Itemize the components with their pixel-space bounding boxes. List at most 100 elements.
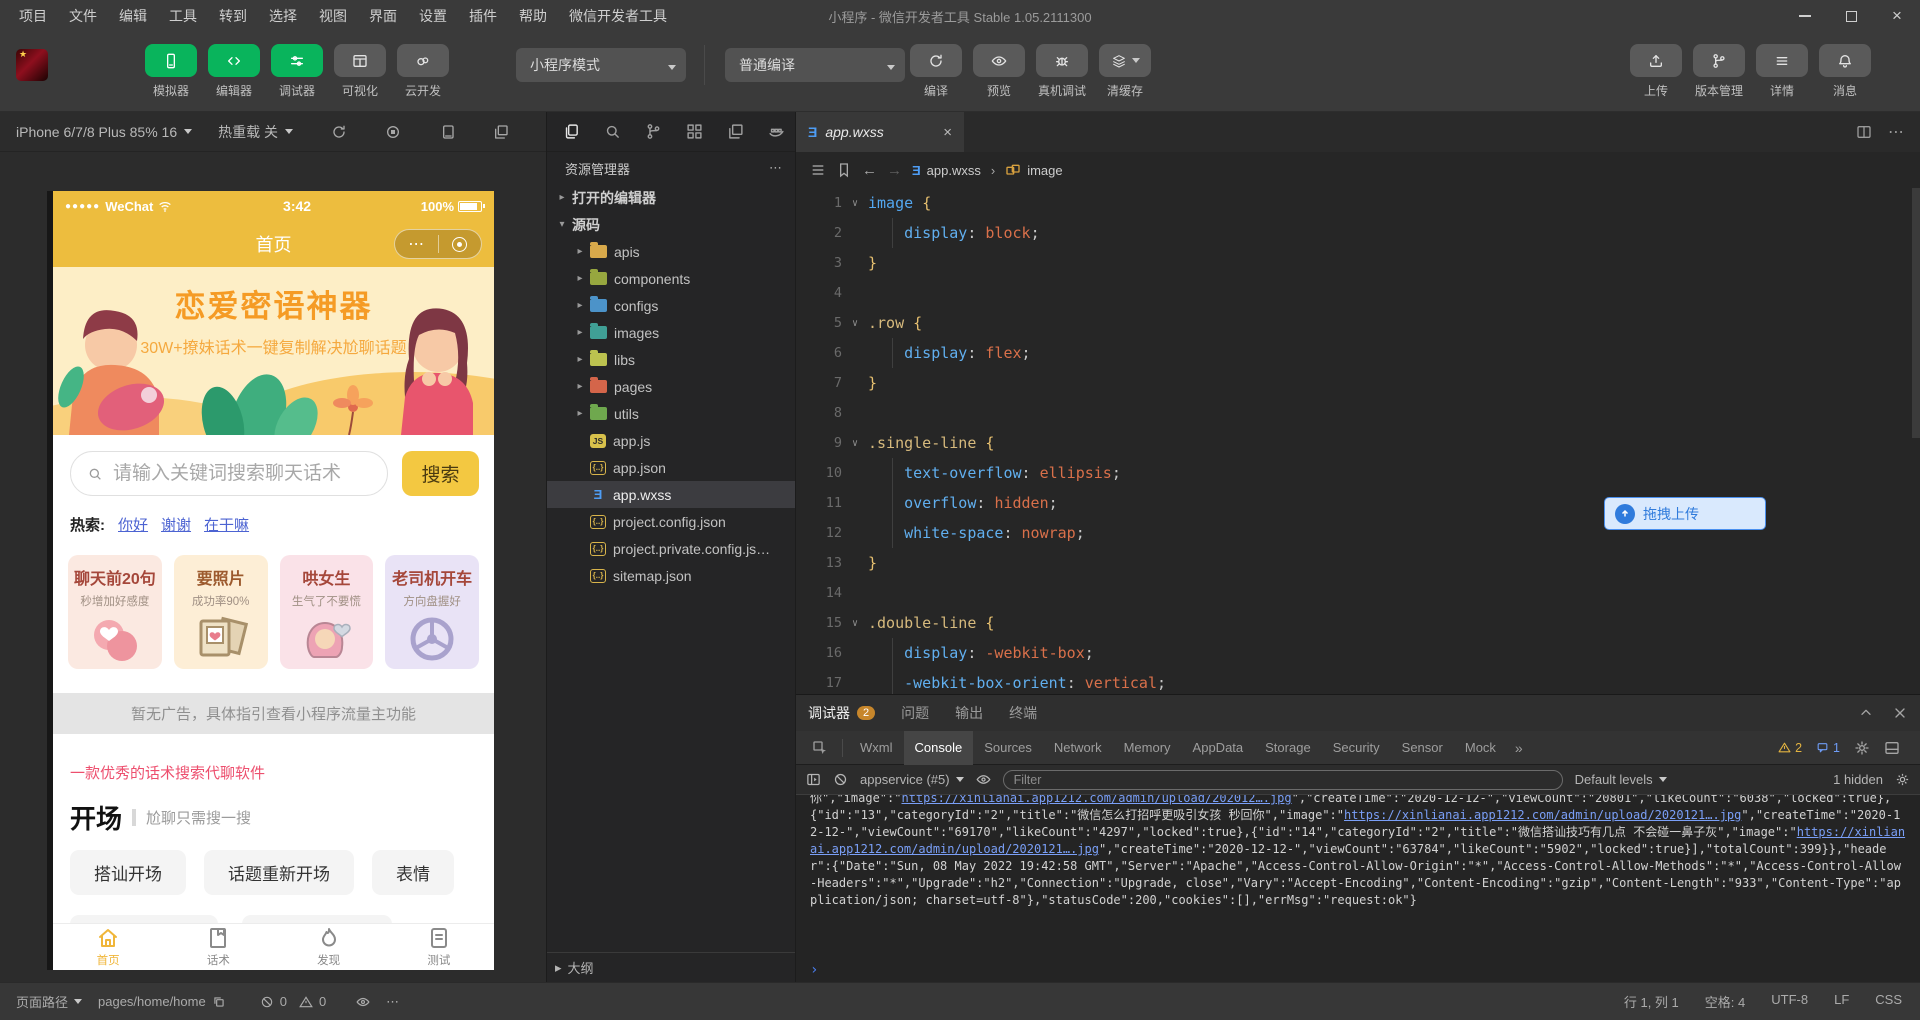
clipped-button[interactable] bbox=[242, 915, 392, 923]
tree-folder-pages[interactable]: ▸ pages bbox=[547, 373, 795, 400]
split-editor-icon[interactable] bbox=[1856, 124, 1872, 140]
code-line-13[interactable]: 13 } bbox=[796, 548, 1912, 578]
tab-overflow-button[interactable]: » bbox=[1507, 740, 1531, 756]
fold-chevron-icon[interactable]: ∨ bbox=[842, 198, 868, 209]
menu-微信开发者工具[interactable]: 微信开发者工具 bbox=[558, 0, 678, 32]
console-filter-input[interactable] bbox=[1002, 769, 1563, 790]
action-消息[interactable]: 消息 bbox=[1818, 44, 1872, 99]
devtools-tab-Storage[interactable]: Storage bbox=[1254, 731, 1322, 765]
phone-tab-发现[interactable]: 发现 bbox=[274, 924, 384, 970]
code-line-14[interactable]: 14 bbox=[796, 578, 1912, 608]
log-levels-select[interactable]: Default levels bbox=[1575, 772, 1667, 787]
live-expression-eye-icon[interactable] bbox=[976, 772, 991, 787]
debugger-tab-输出[interactable]: 输出 bbox=[955, 703, 983, 723]
code-line-6[interactable]: 6 display: flex; bbox=[796, 338, 1912, 368]
search-input[interactable] bbox=[113, 462, 371, 485]
collapse-panel-icon[interactable] bbox=[1858, 705, 1874, 721]
console-prompt[interactable]: › bbox=[796, 958, 1920, 982]
maximize-button[interactable] bbox=[1828, 0, 1874, 32]
close-button[interactable]: × bbox=[1874, 0, 1920, 32]
toggle-模拟器[interactable]: 模拟器 bbox=[144, 44, 198, 99]
device-select[interactable]: iPhone 6/7/8 Plus 85% 16 bbox=[16, 124, 193, 140]
devtools-tab-Console[interactable]: Console bbox=[903, 730, 974, 765]
action-清缓存[interactable]: 清缓存 bbox=[1098, 44, 1152, 99]
sim-windows-button[interactable] bbox=[493, 124, 509, 140]
quick-button-表情[interactable]: 表情 bbox=[372, 850, 454, 895]
code-line-5[interactable]: 5 ∨ .row { bbox=[796, 308, 1912, 338]
sim-window-button[interactable] bbox=[439, 124, 455, 140]
menu-设置[interactable]: 设置 bbox=[408, 0, 458, 32]
action-上传[interactable]: 上传 bbox=[1629, 44, 1683, 99]
tree-folder-configs[interactable]: ▸ configs bbox=[547, 292, 795, 319]
activity-docker-button[interactable] bbox=[768, 123, 785, 140]
inspect-element-icon[interactable] bbox=[804, 740, 836, 756]
activity-search-button[interactable] bbox=[604, 123, 621, 140]
action-预览[interactable]: 预览 bbox=[972, 44, 1026, 99]
fold-chevron-icon[interactable]: ∨ bbox=[842, 618, 868, 629]
sim-record-button[interactable] bbox=[385, 124, 401, 140]
console-sidebar-icon[interactable] bbox=[806, 772, 821, 787]
console-link[interactable]: https://xinlianai.app1212.com/admin/uplo… bbox=[901, 795, 1291, 805]
breadcrumb-file[interactable]: Ǝ app.wxss bbox=[912, 163, 981, 178]
devtools-settings-gear-icon[interactable] bbox=[1854, 740, 1870, 756]
dock-side-icon[interactable] bbox=[1884, 740, 1900, 756]
fold-chevron-icon[interactable]: ∨ bbox=[842, 438, 868, 449]
editor-tab-app-wxss[interactable]: Ǝ app.wxss × bbox=[796, 112, 964, 152]
devtools-tab-Sources[interactable]: Sources bbox=[973, 731, 1043, 765]
tree-file-project.private.config.js…[interactable]: {..} project.private.config.js… bbox=[547, 535, 795, 562]
debugger-tab-问题[interactable]: 问题 bbox=[901, 703, 929, 723]
devtools-tab-Wxml[interactable]: Wxml bbox=[849, 731, 904, 765]
code-line-15[interactable]: 15 ∨ .double-line { bbox=[796, 608, 1912, 638]
hot-link-在干嘛[interactable]: 在干嘛 bbox=[204, 514, 249, 535]
page-path-select[interactable]: 页面路径 bbox=[16, 992, 83, 1011]
tree-file-project.config.json[interactable]: {..} project.config.json bbox=[547, 508, 795, 535]
user-avatar[interactable] bbox=[16, 48, 48, 81]
code-line-3[interactable]: 3 } bbox=[796, 248, 1912, 278]
outline-list-icon[interactable] bbox=[810, 162, 826, 178]
hot-reload-toggle[interactable]: 热重载 关 bbox=[218, 122, 294, 142]
preview-eye-button[interactable] bbox=[356, 995, 370, 1009]
clipped-button[interactable] bbox=[70, 915, 218, 923]
debugger-tab-终端[interactable]: 终端 bbox=[1009, 703, 1037, 723]
menu-视图[interactable]: 视图 bbox=[308, 0, 358, 32]
quick-button-话题重新开场[interactable]: 话题重新开场 bbox=[204, 850, 354, 895]
code-line-10[interactable]: 10 text-overflow: ellipsis; bbox=[796, 458, 1912, 488]
devtools-tab-AppData[interactable]: AppData bbox=[1182, 731, 1255, 765]
quick-button-搭讪开场[interactable]: 搭讪开场 bbox=[70, 850, 186, 895]
compile-mode-select[interactable]: 普通编译 bbox=[725, 47, 905, 82]
code-line-16[interactable]: 16 display: -webkit-box; bbox=[796, 638, 1912, 668]
phone-tab-话术[interactable]: 话术 bbox=[163, 924, 273, 970]
menu-插件[interactable]: 插件 bbox=[458, 0, 508, 32]
banner[interactable]: 恋爱密语神器 30W+撩妹话术一键复制解决尬聊话题 bbox=[53, 267, 494, 435]
feature-card[interactable]: 哄女生 生气了不要慌 bbox=[279, 555, 374, 669]
code-line-7[interactable]: 7 } bbox=[796, 368, 1912, 398]
action-真机调试[interactable]: 真机调试 bbox=[1035, 44, 1089, 99]
context-select[interactable]: appservice (#5) bbox=[860, 772, 964, 787]
status-item[interactable]: UTF-8 bbox=[1771, 992, 1808, 1011]
tree-folder-components[interactable]: ▸ components bbox=[547, 265, 795, 292]
close-panel-icon[interactable] bbox=[1892, 705, 1908, 721]
status-item[interactable]: CSS bbox=[1875, 992, 1902, 1011]
close-tab-icon[interactable]: × bbox=[943, 124, 952, 141]
toggle-调试器[interactable]: 调试器 bbox=[270, 44, 324, 99]
feature-card[interactable]: 要照片 成功率90% bbox=[173, 555, 268, 669]
phone-tab-首页[interactable]: 首页 bbox=[53, 924, 163, 970]
devtools-tab-Memory[interactable]: Memory bbox=[1113, 731, 1182, 765]
tree-folder-apis[interactable]: ▸ apis bbox=[547, 238, 795, 265]
search-box[interactable] bbox=[70, 451, 388, 496]
info-count[interactable]: 1 bbox=[1816, 741, 1840, 755]
tree-file-app.wxss[interactable]: Ǝapp.wxss bbox=[547, 481, 795, 508]
devtools-tab-Network[interactable]: Network bbox=[1043, 731, 1113, 765]
minimize-button[interactable] bbox=[1782, 0, 1828, 32]
drag-upload-hint[interactable]: 拖拽上传 bbox=[1604, 497, 1766, 530]
menu-界面[interactable]: 界面 bbox=[358, 0, 408, 32]
more-button[interactable]: ⋯ bbox=[395, 234, 438, 254]
tree-folder-libs[interactable]: ▸ libs bbox=[547, 346, 795, 373]
outline-section[interactable]: ▸ 大纲 bbox=[547, 952, 795, 982]
bookmark-icon[interactable] bbox=[836, 162, 852, 178]
menu-工具[interactable]: 工具 bbox=[158, 0, 208, 32]
tree-section-打开的编辑器[interactable]: ▸ 打开的编辑器 bbox=[547, 184, 795, 211]
console-settings-gear-icon[interactable] bbox=[1895, 772, 1910, 787]
toggle-可视化[interactable]: 可视化 bbox=[333, 44, 387, 99]
code-line-8[interactable]: 8 bbox=[796, 398, 1912, 428]
